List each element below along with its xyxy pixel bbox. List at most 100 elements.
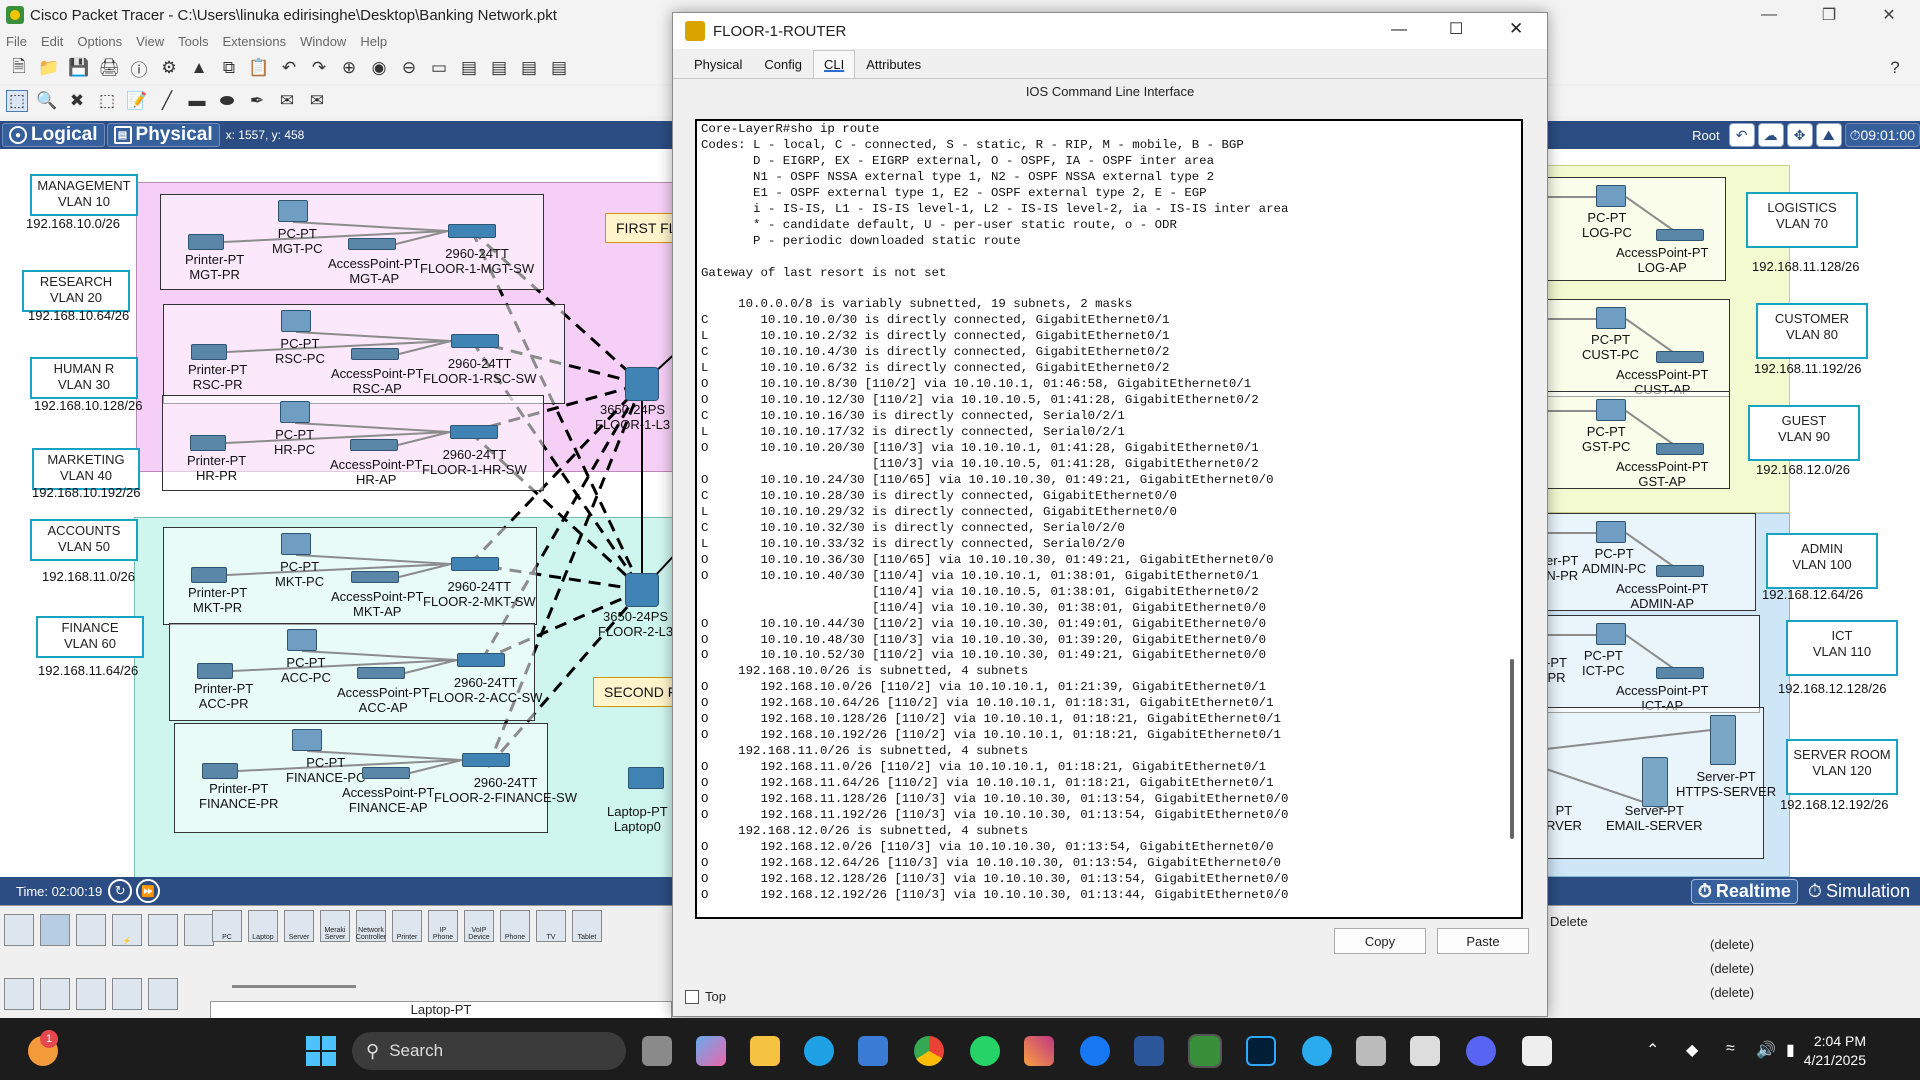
pc-device[interactable]: [1596, 521, 1626, 543]
physical-view-button[interactable]: ▤ Physical: [106, 123, 220, 147]
minimize-button[interactable]: —: [1746, 0, 1792, 30]
dialog-minimize-button[interactable]: —: [1391, 21, 1407, 39]
device-tile[interactable]: Laptop: [248, 910, 278, 942]
copy-icon[interactable]: ⧉: [218, 57, 240, 79]
drawing-palette-icon[interactable]: ▭: [428, 57, 450, 79]
access-point-device[interactable]: [348, 238, 396, 250]
device-tile[interactable]: Network Controller: [356, 910, 386, 942]
multiuser-icon[interactable]: [184, 914, 214, 946]
access-point-device[interactable]: [351, 571, 399, 583]
print-icon[interactable]: 🖨: [98, 57, 120, 79]
components-icon[interactable]: [76, 914, 106, 946]
telegram-icon[interactable]: [1302, 1036, 1332, 1066]
switch-device[interactable]: [457, 653, 505, 667]
help-question-icon[interactable]: ?: [1884, 57, 1906, 79]
pc-device[interactable]: [292, 729, 322, 751]
viewport-icon[interactable]: ▤: [518, 57, 540, 79]
show-hidden-icons-chevron-icon[interactable]: ⌃: [1646, 1040, 1659, 1060]
access-point-device[interactable]: [357, 667, 405, 679]
device-tile[interactable]: Printer: [392, 910, 422, 942]
printer-device[interactable]: [190, 435, 226, 451]
add-complex-pdu-icon[interactable]: ✉: [306, 90, 328, 112]
draw-ellipse-icon[interactable]: ⬬: [216, 90, 238, 112]
menu-window[interactable]: Window: [300, 34, 346, 49]
device-tile[interactable]: IP Phone: [428, 910, 458, 942]
landscape-icon[interactable]: ⛰: [1815, 123, 1842, 147]
zoom-reset-icon[interactable]: ◉: [368, 57, 390, 79]
server-device[interactable]: [1710, 715, 1736, 765]
pc-device[interactable]: [280, 401, 310, 423]
delete-row-3[interactable]: (delete): [1710, 985, 1754, 1000]
pc-device[interactable]: [278, 200, 308, 222]
access-point-device[interactable]: [350, 439, 398, 451]
activity-wizard-icon[interactable]: ▲: [188, 57, 210, 79]
realtime-button[interactable]: ⏱ Realtime: [1690, 878, 1798, 904]
floor-1-l3-switch[interactable]: [625, 367, 659, 401]
inspect-tool-icon[interactable]: 🔍: [36, 90, 58, 112]
task-view-icon[interactable]: [642, 1036, 672, 1066]
menu-help[interactable]: Help: [360, 34, 387, 49]
taskbar-search[interactable]: ⚲ Search: [352, 1032, 626, 1070]
floor-2-l3-switch[interactable]: [625, 573, 659, 607]
power-cycle-icon[interactable]: ↻: [108, 879, 133, 903]
instagram-icon[interactable]: [1024, 1036, 1054, 1066]
access-point-device[interactable]: [351, 348, 399, 360]
whatsapp-icon[interactable]: [970, 1036, 1000, 1066]
cluster-icon[interactable]: ▤: [548, 57, 570, 79]
file-explorer-icon[interactable]: [750, 1036, 780, 1066]
device-tile[interactable]: Server: [284, 910, 314, 942]
device-list-scrollbar[interactable]: [232, 985, 356, 988]
access-point-device[interactable]: [362, 767, 410, 779]
switch-device[interactable]: [451, 334, 499, 348]
switch-device[interactable]: [448, 224, 496, 238]
save-icon[interactable]: 💾: [68, 57, 90, 79]
home-icon[interactable]: [40, 978, 70, 1010]
device-tile[interactable]: TV: [536, 910, 566, 942]
access-point-device[interactable]: [1656, 229, 1704, 241]
device-tile[interactable]: VoIP Device: [464, 910, 494, 942]
cloud-icon[interactable]: ☁: [1757, 123, 1784, 147]
power-grid-icon[interactable]: [148, 978, 178, 1010]
tab-attributes[interactable]: Attributes: [855, 50, 932, 78]
access-point-device[interactable]: [1656, 565, 1704, 577]
pc-device[interactable]: [281, 533, 311, 555]
facebook-icon[interactable]: [1080, 1036, 1110, 1066]
logical-view-button[interactable]: ● Logical: [2, 123, 105, 147]
network-app-icon[interactable]: [1356, 1036, 1386, 1066]
photoshop-icon[interactable]: [1246, 1036, 1276, 1066]
pc-device[interactable]: [1596, 399, 1626, 421]
copilot-icon[interactable]: [696, 1036, 726, 1066]
network-devices-icon[interactable]: [4, 914, 34, 946]
snipping-tool-icon[interactable]: [1410, 1036, 1440, 1066]
smart-city-icon[interactable]: [76, 978, 106, 1010]
wifi-icon[interactable]: ≈: [1726, 1040, 1735, 1058]
menu-extensions[interactable]: Extensions: [222, 34, 286, 49]
simulation-button[interactable]: ⏱ Simulation: [1802, 880, 1916, 903]
maximize-button[interactable]: ❐: [1806, 0, 1852, 30]
open-folder-icon[interactable]: 📁: [38, 57, 60, 79]
capcut-icon[interactable]: [1522, 1036, 1552, 1066]
delete-row-1[interactable]: (delete): [1710, 937, 1754, 952]
dialog-maximize-button[interactable]: ☐: [1449, 19, 1463, 39]
device-tile[interactable]: PC: [212, 910, 242, 942]
access-point-device[interactable]: [1656, 351, 1704, 363]
server-device[interactable]: [1642, 757, 1668, 807]
new-file-icon[interactable]: 🗎: [8, 57, 30, 79]
discord-icon[interactable]: [1466, 1036, 1496, 1066]
store-icon[interactable]: [858, 1036, 888, 1066]
printer-device[interactable]: [197, 663, 233, 679]
top-checkbox[interactable]: [685, 989, 699, 1004]
pc-device[interactable]: [1596, 623, 1626, 645]
tab-physical[interactable]: Physical: [683, 50, 753, 78]
printer-device[interactable]: [202, 763, 238, 779]
tab-config[interactable]: Config: [753, 50, 813, 78]
select-tool-icon[interactable]: ⬚: [6, 90, 28, 112]
end-devices-icon[interactable]: [40, 914, 70, 946]
pc-device[interactable]: [287, 629, 317, 651]
paste-icon[interactable]: 📋: [248, 57, 270, 79]
menu-edit[interactable]: Edit: [41, 34, 63, 49]
end-devices-sub-icon[interactable]: [4, 978, 34, 1010]
draw-line-icon[interactable]: ╱: [156, 90, 178, 112]
industrial-icon[interactable]: [112, 978, 142, 1010]
packet-tracer-taskbar-icon[interactable]: [1188, 1034, 1222, 1068]
